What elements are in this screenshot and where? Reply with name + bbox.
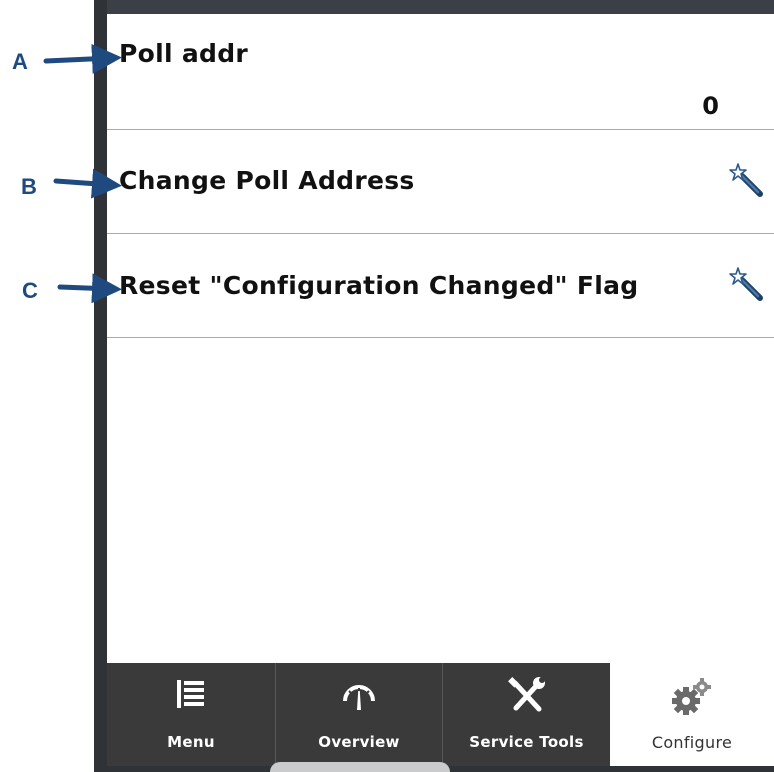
device-frame-left bbox=[94, 0, 107, 772]
reset-config-changed-row[interactable]: Reset "Configuration Changed" Flag bbox=[107, 234, 774, 338]
poll-addr-label: Poll addr bbox=[119, 39, 249, 68]
tab-configure[interactable]: Configure bbox=[610, 663, 774, 766]
wizard-wand-icon[interactable] bbox=[728, 266, 764, 302]
poll-addr-row[interactable]: Poll addr 0 bbox=[107, 14, 774, 130]
tab-overview[interactable]: Overview bbox=[275, 663, 442, 766]
reset-config-changed-label: Reset "Configuration Changed" Flag bbox=[119, 271, 639, 300]
screen: Poll addr 0 Change Poll Address Reset "C… bbox=[107, 14, 774, 766]
tab-configure-label: Configure bbox=[651, 733, 733, 752]
tab-menu-label: Menu bbox=[167, 733, 215, 751]
tab-overview-label: Overview bbox=[318, 733, 400, 751]
wizard-wand-icon[interactable] bbox=[728, 162, 764, 198]
gauge-icon bbox=[343, 685, 375, 710]
device-frame-button bbox=[270, 762, 450, 772]
change-poll-address-label: Change Poll Address bbox=[119, 166, 415, 195]
tab-menu[interactable]: Menu bbox=[107, 663, 275, 766]
change-poll-address-row[interactable]: Change Poll Address bbox=[107, 130, 774, 234]
tools-icon bbox=[507, 677, 545, 712]
tab-service-tools[interactable]: Service Tools bbox=[442, 663, 610, 766]
tab-service-tools-label: Service Tools bbox=[469, 733, 584, 751]
device-frame-top bbox=[94, 0, 774, 14]
callout-a: A bbox=[12, 49, 28, 74]
gears-icon bbox=[672, 678, 711, 715]
poll-addr-value: 0 bbox=[702, 92, 719, 120]
bottom-tab-bar: Menu Overview Service Tools Configure bbox=[107, 663, 774, 766]
menu-list-icon bbox=[177, 680, 204, 708]
callout-b: B bbox=[21, 174, 37, 199]
callout-c: C bbox=[22, 278, 38, 303]
